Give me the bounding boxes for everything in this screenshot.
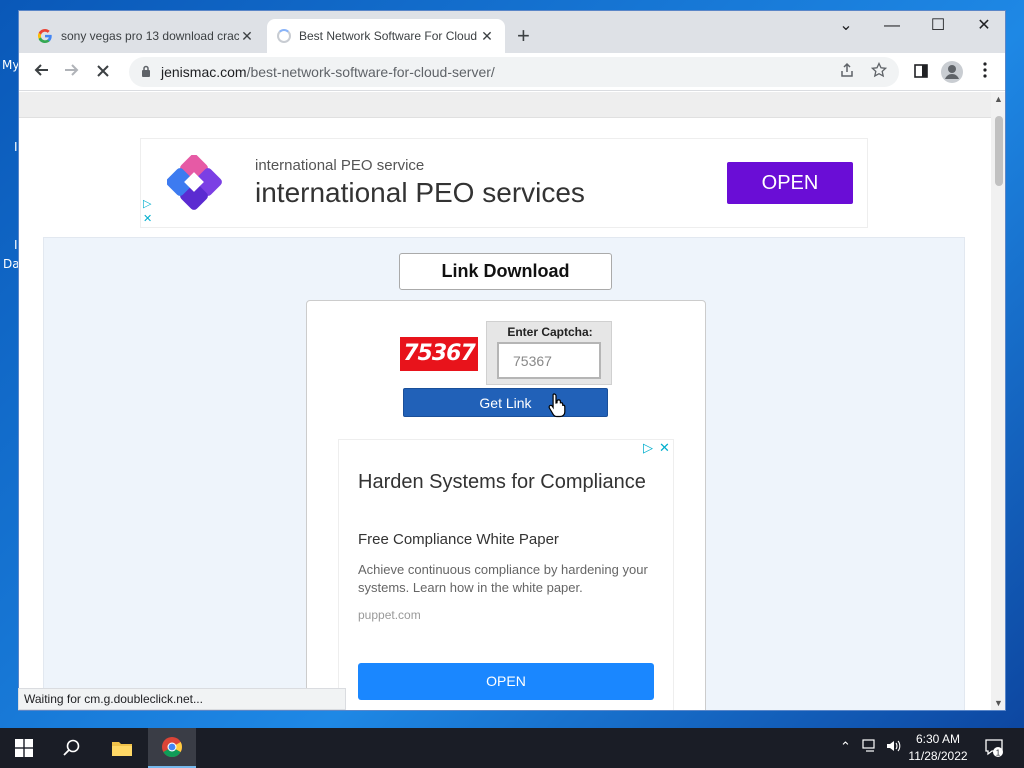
adchoices-icon[interactable]: ▷ xyxy=(643,440,653,456)
search-icon[interactable] xyxy=(48,728,96,768)
chrome-taskbar-icon[interactable] xyxy=(148,728,196,768)
notification-count: 1 xyxy=(996,749,1001,758)
url-path: /best-network-software-for-cloud-server/ xyxy=(246,64,495,80)
captcha-input[interactable] xyxy=(497,342,601,379)
taskbar: ⌃ 6:30 AM 11/28/2022 1 xyxy=(0,728,1024,768)
show-hidden-icons-icon[interactable]: ⌃ xyxy=(840,739,851,755)
system-clock[interactable]: 6:30 AM 11/28/2022 xyxy=(906,731,970,765)
tab-search-dropdown-icon[interactable]: ⌄ xyxy=(823,17,869,35)
address-bar[interactable]: jenismac.com/best-network-software-for-c… xyxy=(129,57,899,87)
ad-inner-subhead: Free Compliance White Paper xyxy=(358,531,559,548)
download-section: Link Download 75367 Enter Captcha: Get L… xyxy=(43,237,965,710)
inner-advertisement[interactable]: ▷ ✕ Harden Systems for Compliance Free C… xyxy=(338,439,674,710)
peo-logo-icon xyxy=(167,155,222,210)
captcha-input-box: Enter Captcha: xyxy=(486,321,612,385)
google-icon xyxy=(37,28,53,44)
new-tab-button[interactable]: + xyxy=(517,25,530,47)
scrollbar-thumb[interactable] xyxy=(995,116,1003,186)
link-download-button[interactable]: Link Download xyxy=(399,253,612,290)
ad-close-icon[interactable]: ✕ xyxy=(659,440,670,456)
network-icon[interactable] xyxy=(862,739,878,756)
notification-center-icon[interactable]: 1 xyxy=(984,737,1004,760)
tab-best-network-software[interactable]: Best Network Software For Cloud Server ✕ xyxy=(267,19,505,53)
desktop-icon-label[interactable]: I xyxy=(14,238,18,252)
ad-inner-headline: Harden Systems for Compliance xyxy=(358,471,646,493)
adchoices-icon[interactable]: ▷ xyxy=(143,197,151,210)
back-button[interactable] xyxy=(29,61,53,83)
bookmark-star-icon[interactable] xyxy=(870,61,888,83)
close-window-button[interactable]: ✕ xyxy=(961,17,1005,35)
ad-open-button[interactable]: OPEN xyxy=(727,162,853,204)
tab-close-icon[interactable]: ✕ xyxy=(479,28,495,45)
top-advertisement[interactable]: international PEO service international … xyxy=(140,138,868,228)
url-text[interactable]: jenismac.com/best-network-software-for-c… xyxy=(161,64,495,80)
ad-headline: international PEO services xyxy=(255,177,585,208)
stop-loading-button[interactable] xyxy=(91,61,115,83)
side-panel-icon[interactable] xyxy=(909,61,933,83)
browser-toolbar: jenismac.com/best-network-software-for-c… xyxy=(19,53,1005,91)
browser-window: sony vegas pro 13 download crack ✕ Best … xyxy=(18,10,1006,711)
volume-icon[interactable] xyxy=(886,739,902,756)
desktop-icon-label[interactable]: I xyxy=(14,140,18,154)
ad-inner-domain: puppet.com xyxy=(358,608,421,622)
scroll-up-arrow-icon[interactable]: ▲ xyxy=(994,94,1003,104)
share-icon[interactable] xyxy=(839,62,855,83)
maximize-button[interactable]: ☐ xyxy=(915,17,961,35)
start-button[interactable] xyxy=(0,728,48,768)
forward-button[interactable] xyxy=(60,61,84,83)
file-explorer-icon[interactable] xyxy=(98,728,146,768)
ad-small-text: international PEO service xyxy=(255,157,425,174)
minimize-button[interactable]: — xyxy=(869,17,915,35)
clock-date: 11/28/2022 xyxy=(908,749,968,763)
clock-time: 6:30 AM xyxy=(915,732,961,746)
vertical-scrollbar[interactable]: ▲ ▼ xyxy=(991,92,1005,710)
page-viewport: international PEO service international … xyxy=(19,92,991,710)
tab-title: Best Network Software For Cloud Server xyxy=(299,29,479,43)
url-domain: jenismac.com xyxy=(161,64,247,80)
profile-avatar[interactable] xyxy=(941,61,963,83)
tab-sony-vegas[interactable]: sony vegas pro 13 download crack ✕ xyxy=(27,19,265,53)
tab-title: sony vegas pro 13 download crack xyxy=(61,29,239,43)
page-header-bar xyxy=(19,92,991,118)
loading-spinner-icon xyxy=(277,29,291,43)
get-link-button[interactable]: Get Link xyxy=(403,388,608,417)
hand-cursor-icon xyxy=(548,393,566,418)
captcha-label: Enter Captcha: xyxy=(507,325,593,339)
more-menu-icon[interactable] xyxy=(973,61,997,83)
ad-inner-open-button[interactable]: OPEN xyxy=(358,663,654,700)
captcha-card: 75367 Enter Captcha: Get Link ▷ ✕ Harden… xyxy=(306,300,706,710)
tab-strip: sony vegas pro 13 download crack ✕ Best … xyxy=(19,11,1005,53)
scroll-down-arrow-icon[interactable]: ▼ xyxy=(994,698,1003,708)
ad-close-icon[interactable]: ✕ xyxy=(143,212,152,225)
tab-close-icon[interactable]: ✕ xyxy=(239,28,255,45)
ad-inner-description: Achieve continuous compliance by hardeni… xyxy=(358,562,648,595)
status-bubble: Waiting for cm.g.doubleclick.net... xyxy=(18,688,346,710)
desktop-icon-label[interactable]: My xyxy=(2,58,19,72)
captcha-image: 75367 xyxy=(400,337,478,371)
lock-icon[interactable] xyxy=(141,65,151,77)
